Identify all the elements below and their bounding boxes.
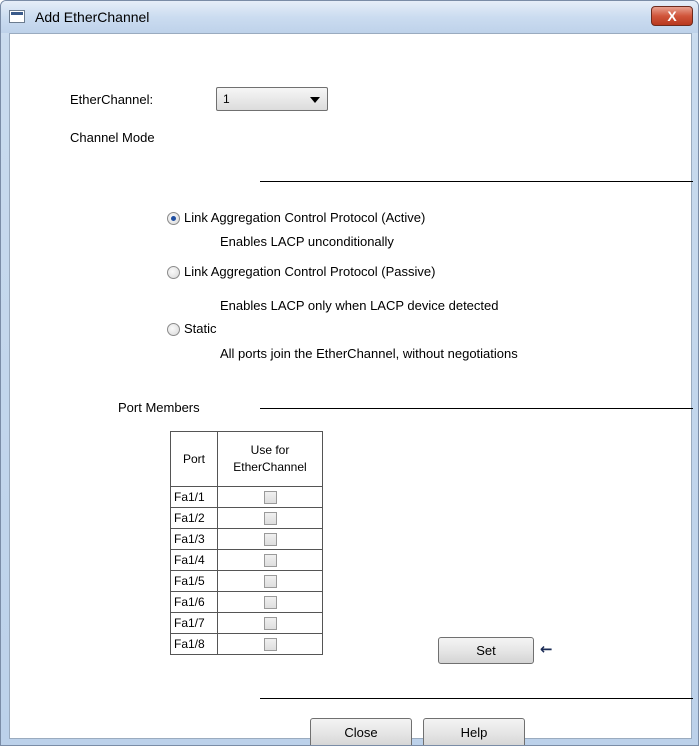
- bottom-divider: [260, 698, 693, 699]
- use-cell: [217, 591, 323, 613]
- port-checkbox[interactable]: [263, 617, 277, 631]
- radio-static[interactable]: [167, 323, 180, 336]
- table-row: Fa1/3: [170, 528, 323, 550]
- table-row: Fa1/2: [170, 507, 323, 529]
- table-row: Fa1/6: [170, 591, 323, 613]
- port-name: Fa1/7: [170, 612, 218, 634]
- etherchannel-selected-value: 1: [223, 92, 230, 106]
- set-button[interactable]: Set: [438, 637, 534, 664]
- table-row: Fa1/1: [170, 486, 323, 508]
- use-cell: [217, 549, 323, 571]
- table-row: Fa1/4: [170, 549, 323, 571]
- window-title: Add EtherChannel: [35, 9, 150, 25]
- channel-mode-divider: [260, 181, 693, 182]
- port-checkbox[interactable]: [263, 575, 277, 589]
- port-name: Fa1/6: [170, 591, 218, 613]
- port-name: Fa1/3: [170, 528, 218, 550]
- use-cell: [217, 486, 323, 508]
- dialog-content: EtherChannel: 1 Channel Mode Link Aggreg…: [9, 33, 693, 745]
- radio-lacp-active-label[interactable]: Link Aggregation Control Protocol (Activ…: [184, 210, 425, 225]
- port-name: Fa1/8: [170, 633, 218, 655]
- port-checkbox[interactable]: [263, 533, 277, 547]
- chevron-down-icon: [310, 97, 320, 103]
- port-members-label: Port Members: [118, 400, 200, 415]
- title-bar[interactable]: Add EtherChannel X: [1, 1, 698, 33]
- port-checkbox[interactable]: [263, 638, 277, 652]
- table-row: Fa1/8: [170, 633, 323, 655]
- column-header-use-line1: Use for: [250, 443, 290, 457]
- column-header-use-line2: EtherChannel: [233, 460, 307, 474]
- radio-static-label[interactable]: Static: [184, 321, 217, 336]
- port-name: Fa1/2: [170, 507, 218, 529]
- arrow-left-icon: ←: [540, 640, 553, 658]
- table-row: Fa1/7: [170, 612, 323, 634]
- port-name: Fa1/1: [170, 486, 218, 508]
- radio-lacp-passive-label[interactable]: Link Aggregation Control Protocol (Passi…: [184, 264, 435, 279]
- use-cell: [217, 528, 323, 550]
- help-button[interactable]: Help: [423, 718, 525, 745]
- radio-lacp-active-description: Enables LACP unconditionally: [220, 234, 394, 249]
- radio-lacp-passive-description: Enables LACP only when LACP device detec…: [220, 298, 499, 313]
- port-checkbox[interactable]: [263, 491, 277, 505]
- use-cell: [217, 633, 323, 655]
- port-checkbox[interactable]: [263, 596, 277, 610]
- etherchannel-select[interactable]: 1: [216, 87, 328, 111]
- radio-lacp-passive[interactable]: [167, 266, 180, 279]
- dialog-window: Add EtherChannel X EtherChannel: 1 Chann…: [0, 0, 699, 746]
- use-cell: [217, 612, 323, 634]
- column-header-port: Port: [170, 431, 218, 487]
- radio-lacp-active[interactable]: [167, 212, 180, 225]
- column-header-use: Use for EtherChannel: [217, 431, 323, 487]
- window-close-button[interactable]: X: [651, 6, 693, 26]
- port-name: Fa1/5: [170, 570, 218, 592]
- port-members-table: Port Use for EtherChannel Fa1/1 Fa1/2 Fa…: [170, 431, 323, 655]
- table-row: Fa1/5: [170, 570, 323, 592]
- port-members-divider: [260, 408, 693, 409]
- close-button[interactable]: Close: [310, 718, 412, 745]
- etherchannel-label: EtherChannel:: [70, 92, 154, 107]
- port-name: Fa1/4: [170, 549, 218, 571]
- use-cell: [217, 507, 323, 529]
- port-checkbox[interactable]: [263, 512, 277, 526]
- radio-static-description: All ports join the EtherChannel, without…: [220, 346, 518, 361]
- port-checkbox[interactable]: [263, 554, 277, 568]
- use-cell: [217, 570, 323, 592]
- table-header-row: Port Use for EtherChannel: [170, 431, 323, 487]
- window-icon: [9, 10, 25, 23]
- channel-mode-label: Channel Mode: [70, 130, 155, 145]
